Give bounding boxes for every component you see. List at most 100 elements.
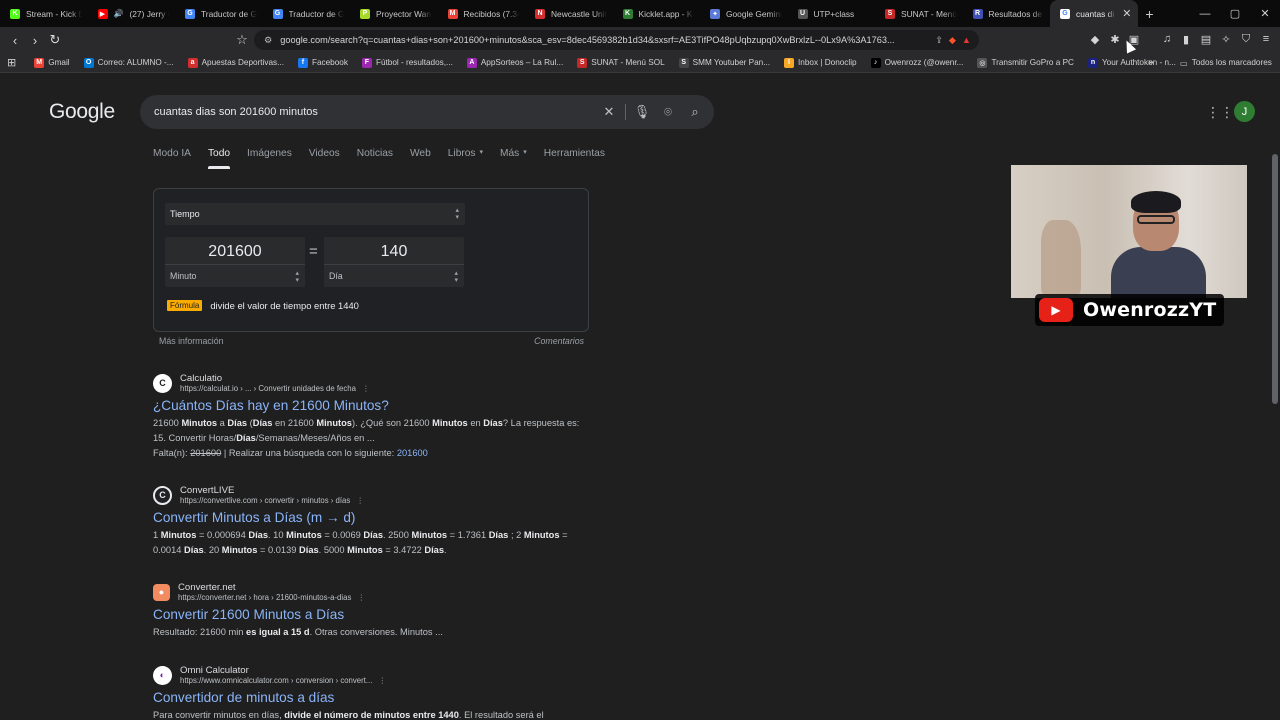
result-title-link[interactable]: Convertir 21600 Minutos a Días — [153, 607, 593, 622]
search-result: C Calculatio https://calculat.io › ... › C… — [153, 373, 593, 461]
minimize-button[interactable]: — — [1190, 0, 1220, 27]
result-url: https://convertlive.com › convertir › mi… — [180, 496, 351, 505]
browser-tab[interactable]: ▶ 🔊 (27) Jerry Ri — [88, 0, 176, 27]
close-tab-icon[interactable]: ✕ — [1122, 7, 1131, 20]
bookmark-item[interactable]: ♪ Owenrozz (@owenr... — [870, 57, 963, 68]
to-value-box[interactable]: 140 Día ▴ ▾ — [324, 237, 464, 287]
media-icon[interactable]: ♫ — [1158, 30, 1176, 48]
result-header[interactable]: C ConvertLIVE https://convertlive.com › co… — [153, 485, 593, 505]
utp-icon: U — [797, 8, 808, 19]
search-with-link[interactable]: 201600 — [397, 448, 428, 458]
bookmark-item[interactable]: I Inbox | Donoclip — [784, 57, 857, 68]
result-header[interactable]: C Calculatio https://calculat.io › ... › C… — [153, 373, 593, 393]
search-divider — [625, 104, 626, 120]
bookmark-item[interactable]: f Facebook — [297, 57, 348, 68]
result-header[interactable]: ● Converter.net https://converter.net › ho… — [153, 582, 593, 602]
bookmark-star-icon[interactable]: ☆ — [232, 30, 252, 50]
browser-tab[interactable]: K Stream - Kick D — [0, 0, 88, 27]
search-tab[interactable]: Modo IA — [153, 148, 191, 169]
browser-tab[interactable]: P Proyector Wan — [350, 0, 438, 27]
maximize-button[interactable]: ▢ — [1220, 0, 1250, 27]
search-tab[interactable]: Videos — [309, 148, 340, 169]
more-info-link[interactable]: Más información — [159, 336, 224, 346]
extensions-icon[interactable]: ✱ — [1106, 30, 1124, 48]
bookmark-item[interactable]: S SUNAT - Menú SOL — [577, 57, 665, 68]
more-options-icon[interactable]: ⋮ — [362, 384, 370, 393]
unit-category-label: Tiempo — [170, 209, 200, 219]
more-options-icon[interactable]: ⋮ — [356, 496, 364, 505]
browser-tab[interactable]: ✦ Google Gemini — [700, 0, 788, 27]
reload-button[interactable]: ↻ — [45, 30, 65, 50]
search-tab[interactable]: Más — [500, 148, 519, 169]
apps-grid-icon[interactable]: ⊞ — [7, 56, 16, 69]
site-info-icon[interactable]: ⚙ — [264, 35, 272, 46]
avatar[interactable]: J — [1234, 101, 1255, 122]
more-options-icon[interactable]: ⋮ — [378, 676, 386, 685]
bookmark-item[interactable]: O Correo: ALUMNO -... — [83, 57, 174, 68]
more-options-icon[interactable]: ⋮ — [357, 593, 365, 602]
to-unit-select[interactable]: Día — [329, 271, 343, 281]
gemini-extension-icon[interactable]: ◆ — [1086, 30, 1104, 48]
bookmark-item[interactable]: S SMM Youtuber Pan... — [678, 57, 770, 68]
lens-icon[interactable]: ⌾ — [658, 95, 678, 129]
address-url[interactable]: google.com/search?q=cuantas+dias+son+201… — [280, 35, 929, 45]
forward-button[interactable]: › — [25, 30, 45, 50]
vpn-icon[interactable]: ⛉ — [1237, 30, 1255, 48]
browser-tab[interactable]: U UTP+class — [788, 0, 876, 27]
search-tab[interactable]: Noticias — [357, 148, 393, 169]
new-tab-button[interactable]: + — [1138, 6, 1162, 22]
from-value-box[interactable]: 201600 Minuto ▴ ▾ — [165, 237, 305, 287]
result-header[interactable]: ◐ Omni Calculator https://www.omnicalculat… — [153, 665, 593, 685]
bookmark-item[interactable]: A AppSorteos – La Rul... — [466, 57, 563, 68]
brave-shields-icon[interactable]: ◆ — [949, 35, 956, 46]
page-scrollbar[interactable] — [1272, 154, 1278, 404]
from-value-input[interactable]: 201600 — [165, 243, 305, 261]
search-tab[interactable]: Imágenes — [247, 148, 292, 169]
close-window-button[interactable]: ✕ — [1250, 0, 1280, 27]
bookmark-item[interactable]: ◎ Transmitir GoPro a PC — [977, 57, 1074, 68]
speaker-icon[interactable]: 🔊 — [114, 9, 124, 18]
bookmark-item[interactable]: n Your Authtoken - n... — [1087, 57, 1176, 68]
google-apps-icon[interactable]: ⋮⋮ — [1206, 104, 1234, 121]
unit-category-select[interactable]: Tiempo ▴ ▾ — [165, 203, 465, 225]
result-title-link[interactable]: Convertir Minutos a Días (m → d) — [153, 510, 593, 525]
browser-tab[interactable]: R Resultados de — [963, 0, 1051, 27]
clear-icon[interactable]: ✕ — [599, 95, 619, 129]
feedback-link[interactable]: Comentarios — [534, 336, 584, 346]
share-icon[interactable]: ⇪ — [935, 35, 943, 46]
search-icon[interactable]: ⌕ — [685, 95, 705, 129]
browser-tab[interactable]: G Traductor de G — [175, 0, 263, 27]
google-logo[interactable]: Google — [49, 100, 115, 124]
brave-rewards-icon[interactable]: ▲ — [962, 35, 971, 45]
bookmark-item[interactable]: M Gmail — [34, 57, 70, 68]
browser-tab[interactable]: G Traductor de G — [263, 0, 351, 27]
all-bookmarks-folder[interactable]: ▭ Todos los marcadores — [1180, 58, 1272, 68]
bookmark-item[interactable]: a Apuestas Deportivas... — [187, 57, 284, 68]
search-tab[interactable]: Web — [410, 148, 431, 169]
menu-icon[interactable]: ≡ — [1257, 30, 1275, 48]
sidebar-icon[interactable]: ▮ — [1177, 30, 1195, 48]
result-title-link[interactable]: Convertidor de minutos a días — [153, 690, 593, 705]
from-unit-select[interactable]: Minuto — [170, 271, 196, 281]
address-bar[interactable]: ⚙ google.com/search?q=cuantas+dias+son+2… — [254, 30, 979, 50]
tab-title: Recibidos (7.34 — [463, 8, 520, 19]
streamer-body — [1111, 247, 1206, 298]
search-box[interactable]: cuantas dias son 201600 minutos ✕ 🎙 ⌾ ⌕ — [140, 95, 714, 129]
search-tab[interactable]: Todo — [207, 148, 231, 169]
leo-ai-icon[interactable]: ✧ — [1217, 30, 1235, 48]
wallet-icon[interactable]: ▤ — [1197, 30, 1215, 48]
to-value-input[interactable]: 140 — [324, 243, 464, 261]
bookmarks-overflow-button[interactable]: » — [1148, 57, 1154, 68]
bookmark-item[interactable]: F Fútbol - resultados,... — [361, 57, 453, 68]
voice-search-icon[interactable]: 🎙 — [632, 95, 652, 129]
search-tab[interactable]: Herramientas — [544, 148, 605, 169]
result-title-link[interactable]: ¿Cuántos Días hay en 21600 Minutos? — [153, 398, 593, 413]
browser-tab[interactable]: S SUNAT - Menú — [875, 0, 963, 27]
search-tab[interactable]: Libros — [448, 148, 476, 169]
back-button[interactable]: ‹ — [5, 30, 25, 50]
browser-tab[interactable]: M Recibidos (7.34 — [438, 0, 526, 27]
browser-tab[interactable]: K Kicklet.app - K — [613, 0, 701, 27]
browser-tab[interactable]: N Newcastle Unit — [525, 0, 613, 27]
browser-tab[interactable]: Gcuantas di ✕ — [1050, 0, 1138, 27]
search-input[interactable]: cuantas dias son 201600 minutos — [154, 106, 318, 118]
